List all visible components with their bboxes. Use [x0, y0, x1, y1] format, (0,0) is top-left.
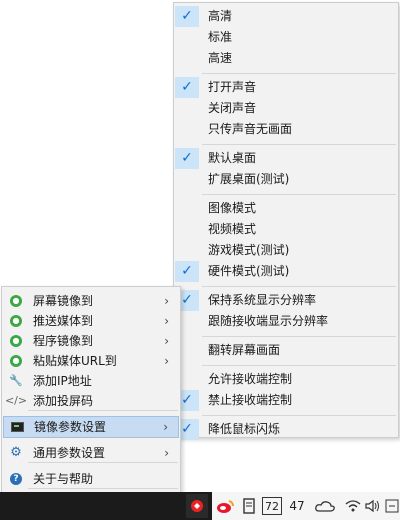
- checkmark-icon: ✓: [175, 77, 199, 98]
- wifi-icon[interactable]: [344, 496, 362, 516]
- submenu-item-label: 高清: [208, 9, 233, 23]
- chevron-right-icon: ›: [164, 314, 169, 328]
- menu-item-label: 推送媒体到: [33, 314, 94, 328]
- submenu-item[interactable]: ✓ 硬件模式(测试): [175, 261, 397, 282]
- submenu-item-label: 关闭声音: [208, 101, 257, 115]
- document-icon[interactable]: [240, 496, 258, 516]
- submenu-item[interactable]: 跟随接收端显示分辨率: [175, 311, 397, 332]
- submenu-item-label: 默认桌面: [208, 151, 257, 165]
- menu-item-label: 添加投屏码: [33, 394, 94, 408]
- submenu-item[interactable]: ✓ 降低鼠标闪烁: [175, 419, 397, 440]
- submenu-item[interactable]: 高速: [175, 48, 397, 69]
- onedrive-icon[interactable]: [314, 496, 336, 516]
- menu-item-label: 屏幕镜像到: [33, 294, 94, 308]
- submenu-item[interactable]: ✓ 高清: [175, 6, 397, 27]
- submenu-item-label: 扩展桌面(测试): [208, 172, 290, 186]
- submenu-item[interactable]: 扩展桌面(测试): [175, 169, 397, 190]
- taskbar-dark-area: [0, 492, 212, 520]
- menu-item-label: 镜像参数设置: [34, 420, 107, 434]
- submenu-item[interactable]: ✓ 打开声音: [175, 77, 397, 98]
- green-cast-icon: ●: [9, 354, 23, 368]
- submenu-item-label: 允许接收端控制: [208, 372, 293, 386]
- submenu-item-label: 视频模式: [208, 222, 257, 236]
- submenu-item-label: 游戏模式(测试): [208, 243, 290, 257]
- help-icon: ?: [9, 472, 23, 486]
- checkmark-icon: ✓: [175, 148, 199, 169]
- submenu-item[interactable]: 游戏模式(测试): [175, 240, 397, 261]
- chevron-right-icon: ›: [164, 354, 169, 368]
- submenu-item-label: 禁止接收端控制: [208, 393, 293, 407]
- submenu-item[interactable]: 只传声音无画面: [175, 119, 397, 140]
- submenu-item-label: 图像模式: [208, 201, 257, 215]
- menu-item[interactable]: ● 粘贴媒体URL到 ›: [3, 351, 179, 371]
- submenu-item-label: 标准: [208, 30, 233, 44]
- submenu-separator: [202, 365, 396, 366]
- weibo-icon[interactable]: [214, 496, 236, 516]
- checkmark-icon: ✓: [175, 261, 199, 282]
- submenu-item[interactable]: 关闭声音: [175, 98, 397, 119]
- submenu-item-label: 只传声音无画面: [208, 122, 293, 136]
- monitor-icon: [10, 420, 24, 434]
- menu-item[interactable]: ? 关于与帮助: [3, 469, 179, 489]
- submenu-item[interactable]: ✓ 禁止接收端控制: [175, 390, 397, 411]
- submenu-separator: [202, 194, 396, 195]
- submenu-item-label: 硬件模式(测试): [208, 264, 290, 278]
- submenu-separator: [202, 73, 396, 74]
- chevron-right-icon: ›: [164, 446, 169, 460]
- tray-number[interactable]: 47: [288, 496, 306, 516]
- submenu-item[interactable]: 视频模式: [175, 219, 397, 240]
- submenu-item-label: 打开声音: [208, 80, 257, 94]
- menu-item-label: 关于与帮助: [33, 472, 94, 486]
- green-cast-icon: ●: [9, 294, 23, 308]
- tray-number-box[interactable]: 72: [262, 497, 282, 515]
- menu-item[interactable]: 镜像参数设置 ›: [3, 416, 179, 438]
- submenu-item[interactable]: ✓ 保持系统显示分辨率: [175, 290, 397, 311]
- menu-item[interactable]: ● 程序镜像到 ›: [3, 331, 179, 351]
- submenu-separator: [202, 144, 396, 145]
- submenu-item[interactable]: 图像模式: [175, 198, 397, 219]
- menu-separator: [28, 488, 178, 489]
- code-icon: </>: [4, 394, 28, 407]
- menu-separator: [28, 436, 178, 437]
- menu-item-label: 程序镜像到: [33, 334, 94, 348]
- green-cast-icon: ●: [9, 334, 23, 348]
- checkmark-icon: ✓: [175, 6, 199, 27]
- submenu-item-label: 高速: [208, 51, 233, 65]
- submenu-item[interactable]: 翻转屏幕画面: [175, 340, 397, 361]
- tray-context-menu: ● 屏幕镜像到 › ● 推送媒体到 › ● 程序镜像到 › ● 粘贴媒体URL到 › 🔧 添加IP地址 </…: [1, 286, 181, 518]
- menu-item[interactable]: ⚙ 通用参数设置 ›: [3, 443, 179, 463]
- menu-item[interactable]: </> 添加投屏码: [3, 391, 179, 411]
- submenu-separator: [202, 286, 396, 287]
- wrench-icon: 🔧: [9, 374, 23, 387]
- submenu-separator: [202, 336, 396, 337]
- mirror-settings-submenu: ✓ 高清标准高速 ✓ 打开声音关闭声音只传声音无画面 ✓ 默认桌面扩展桌面(测试) 图像模式…: [173, 2, 399, 440]
- menu-separator: [28, 410, 178, 411]
- menu-item[interactable]: 🔧 添加IP地址: [3, 371, 179, 391]
- chevron-right-icon: ›: [164, 294, 169, 308]
- submenu-separator: [202, 415, 396, 416]
- menu-item[interactable]: ● 推送媒体到 ›: [3, 311, 179, 331]
- menu-item[interactable]: ● 屏幕镜像到 ›: [3, 291, 179, 311]
- chevron-right-icon: ›: [164, 334, 169, 348]
- menu-item-label: 添加IP地址: [33, 374, 92, 388]
- ime-icon[interactable]: [384, 496, 400, 516]
- app-tray-icon[interactable]: [186, 494, 208, 518]
- submenu-item[interactable]: 标准: [175, 27, 397, 48]
- volume-icon[interactable]: [364, 496, 382, 516]
- submenu-item[interactable]: 允许接收端控制: [175, 369, 397, 390]
- submenu-item-label: 降低鼠标闪烁: [208, 422, 281, 436]
- menu-item-label: 粘贴媒体URL到: [33, 354, 117, 368]
- submenu-item-label: 翻转屏幕画面: [208, 343, 281, 357]
- taskbar: 72 47: [0, 492, 400, 520]
- submenu-item-label: 跟随接收端显示分辨率: [208, 314, 329, 328]
- menu-separator: [28, 462, 178, 463]
- gear-icon: ⚙: [10, 445, 22, 460]
- submenu-item[interactable]: ✓ 默认桌面: [175, 148, 397, 169]
- submenu-item-label: 保持系统显示分辨率: [208, 293, 317, 307]
- chevron-right-icon: ›: [163, 420, 168, 434]
- green-cast-icon: ●: [9, 314, 23, 328]
- menu-item-label: 通用参数设置: [33, 446, 106, 460]
